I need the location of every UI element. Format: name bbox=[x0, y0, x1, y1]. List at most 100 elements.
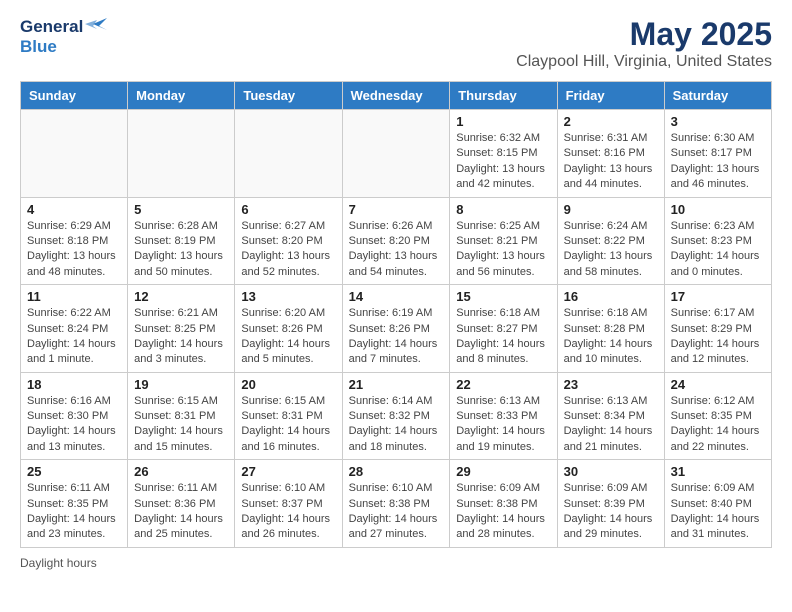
day-number: 14 bbox=[349, 289, 444, 304]
day-number: 26 bbox=[134, 464, 228, 479]
calendar-cell: 18Sunrise: 6:16 AM Sunset: 8:30 PM Dayli… bbox=[21, 372, 128, 460]
day-info: Sunrise: 6:30 AM Sunset: 8:17 PM Dayligh… bbox=[671, 131, 765, 193]
logo-bird-icon bbox=[85, 16, 107, 37]
calendar-cell bbox=[21, 110, 128, 198]
calendar-cell: 14 Sunrise: 6:19 AM Sunset: 8:26 PM Dayli… bbox=[342, 285, 450, 373]
calendar-week-row: 4Sunrise: 6:29 AM Sunset: 8:18 PM Daylig… bbox=[21, 197, 772, 285]
day-number: 16 bbox=[564, 289, 658, 304]
calendar-day-header: Tuesday bbox=[235, 82, 342, 110]
day-info: Sunrise: 6:10 AM Sunset: 8:37 PM Dayligh… bbox=[241, 481, 335, 543]
day-number: 24 bbox=[671, 377, 765, 392]
day-info: Sunrise: 6:17 AM Sunset: 8:29 PM Dayligh… bbox=[671, 306, 765, 368]
day-number: 4 bbox=[27, 202, 121, 217]
calendar-day-header: Thursday bbox=[450, 82, 557, 110]
day-info: Sunrise: 6:19 AM Sunset: 8:26 PM Dayligh… bbox=[349, 306, 444, 368]
day-number: 27 bbox=[241, 464, 335, 479]
calendar-cell: 9 Sunrise: 6:24 AM Sunset: 8:22 PM Daylig… bbox=[557, 197, 664, 285]
calendar-cell: 31 Sunrise: 6:09 AM Sunset: 8:40 PM Dayli… bbox=[664, 460, 771, 548]
calendar-cell: 23Sunrise: 6:13 AM Sunset: 8:34 PM Dayli… bbox=[557, 372, 664, 460]
logo: General Blue bbox=[20, 16, 107, 57]
calendar-cell bbox=[235, 110, 342, 198]
day-number: 5 bbox=[134, 202, 228, 217]
day-number: 8 bbox=[456, 202, 550, 217]
calendar-day-header: Monday bbox=[128, 82, 235, 110]
calendar-cell: 26Sunrise: 6:11 AM Sunset: 8:36 PM Dayli… bbox=[128, 460, 235, 548]
day-number: 31 bbox=[671, 464, 765, 479]
day-number: 6 bbox=[241, 202, 335, 217]
calendar-cell: 17 Sunrise: 6:17 AM Sunset: 8:29 PM Dayli… bbox=[664, 285, 771, 373]
day-info: Sunrise: 6:32 AM Sunset: 8:15 PM Dayligh… bbox=[456, 131, 550, 193]
day-number: 25 bbox=[27, 464, 121, 479]
calendar-cell: 24 Sunrise: 6:12 AM Sunset: 8:35 PM Dayli… bbox=[664, 372, 771, 460]
page-header: General Blue May 2025 Claypool Hill, Vir… bbox=[20, 16, 772, 71]
page-title: May 2025 bbox=[516, 16, 772, 53]
day-number: 12 bbox=[134, 289, 228, 304]
day-info: Sunrise: 6:24 AM Sunset: 8:22 PM Dayligh… bbox=[564, 219, 658, 281]
calendar-cell: 28Sunrise: 6:10 AM Sunset: 8:38 PM Dayli… bbox=[342, 460, 450, 548]
day-number: 30 bbox=[564, 464, 658, 479]
day-number: 10 bbox=[671, 202, 765, 217]
calendar-cell: 1 Sunrise: 6:32 AM Sunset: 8:15 PM Daylig… bbox=[450, 110, 557, 198]
calendar-cell: 6 Sunrise: 6:27 AM Sunset: 8:20 PM Daylig… bbox=[235, 197, 342, 285]
calendar-cell: 4Sunrise: 6:29 AM Sunset: 8:18 PM Daylig… bbox=[21, 197, 128, 285]
day-number: 1 bbox=[456, 114, 550, 129]
calendar-day-header: Wednesday bbox=[342, 82, 450, 110]
day-info: Sunrise: 6:15 AM Sunset: 8:31 PM Dayligh… bbox=[241, 394, 335, 456]
day-info: Sunrise: 6:09 AM Sunset: 8:39 PM Dayligh… bbox=[564, 481, 658, 543]
day-info: Sunrise: 6:23 AM Sunset: 8:23 PM Dayligh… bbox=[671, 219, 765, 281]
day-info: Sunrise: 6:09 AM Sunset: 8:40 PM Dayligh… bbox=[671, 481, 765, 543]
day-info: Sunrise: 6:27 AM Sunset: 8:20 PM Dayligh… bbox=[241, 219, 335, 281]
calendar-cell: 27 Sunrise: 6:10 AM Sunset: 8:37 PM Dayli… bbox=[235, 460, 342, 548]
calendar-cell: 25 Sunrise: 6:11 AM Sunset: 8:35 PM Dayli… bbox=[21, 460, 128, 548]
calendar-week-row: 1 Sunrise: 6:32 AM Sunset: 8:15 PM Daylig… bbox=[21, 110, 772, 198]
day-number: 17 bbox=[671, 289, 765, 304]
calendar-cell: 8 Sunrise: 6:25 AM Sunset: 8:21 PM Daylig… bbox=[450, 197, 557, 285]
day-number: 28 bbox=[349, 464, 444, 479]
day-number: 13 bbox=[241, 289, 335, 304]
day-number: 21 bbox=[349, 377, 444, 392]
calendar-cell: 19Sunrise: 6:15 AM Sunset: 8:31 PM Dayli… bbox=[128, 372, 235, 460]
logo-general: General bbox=[20, 17, 83, 37]
title-block: May 2025 Claypool Hill, Virginia, United… bbox=[516, 16, 772, 71]
day-info: Sunrise: 6:14 AM Sunset: 8:32 PM Dayligh… bbox=[349, 394, 444, 456]
calendar-cell: 12 Sunrise: 6:21 AM Sunset: 8:25 PM Dayli… bbox=[128, 285, 235, 373]
calendar-table: SundayMondayTuesdayWednesdayThursdayFrid… bbox=[20, 81, 772, 548]
day-info: Sunrise: 6:28 AM Sunset: 8:19 PM Dayligh… bbox=[134, 219, 228, 281]
calendar-cell: 22 Sunrise: 6:13 AM Sunset: 8:33 PM Dayli… bbox=[450, 372, 557, 460]
day-info: Sunrise: 6:25 AM Sunset: 8:21 PM Dayligh… bbox=[456, 219, 550, 281]
calendar-day-header: Saturday bbox=[664, 82, 771, 110]
calendar-week-row: 11Sunrise: 6:22 AM Sunset: 8:24 PM Dayli… bbox=[21, 285, 772, 373]
day-number: 9 bbox=[564, 202, 658, 217]
calendar-cell: 16Sunrise: 6:18 AM Sunset: 8:28 PM Dayli… bbox=[557, 285, 664, 373]
calendar-cell bbox=[342, 110, 450, 198]
day-info: Sunrise: 6:15 AM Sunset: 8:31 PM Dayligh… bbox=[134, 394, 228, 456]
day-info: Sunrise: 6:26 AM Sunset: 8:20 PM Dayligh… bbox=[349, 219, 444, 281]
calendar-cell: 20 Sunrise: 6:15 AM Sunset: 8:31 PM Dayli… bbox=[235, 372, 342, 460]
calendar-cell: 21 Sunrise: 6:14 AM Sunset: 8:32 PM Dayli… bbox=[342, 372, 450, 460]
daylight-hours-label: Daylight hours bbox=[20, 556, 97, 570]
calendar-header-row: SundayMondayTuesdayWednesdayThursdayFrid… bbox=[21, 82, 772, 110]
calendar-cell: 2Sunrise: 6:31 AM Sunset: 8:16 PM Daylig… bbox=[557, 110, 664, 198]
logo-blue: Blue bbox=[20, 37, 57, 57]
day-number: 29 bbox=[456, 464, 550, 479]
day-number: 3 bbox=[671, 114, 765, 129]
day-info: Sunrise: 6:21 AM Sunset: 8:25 PM Dayligh… bbox=[134, 306, 228, 368]
calendar-cell: 29 Sunrise: 6:09 AM Sunset: 8:38 PM Dayli… bbox=[450, 460, 557, 548]
day-info: Sunrise: 6:11 AM Sunset: 8:35 PM Dayligh… bbox=[27, 481, 121, 543]
calendar-cell: 13Sunrise: 6:20 AM Sunset: 8:26 PM Dayli… bbox=[235, 285, 342, 373]
day-info: Sunrise: 6:18 AM Sunset: 8:27 PM Dayligh… bbox=[456, 306, 550, 368]
day-number: 22 bbox=[456, 377, 550, 392]
calendar-cell: 30 Sunrise: 6:09 AM Sunset: 8:39 PM Dayli… bbox=[557, 460, 664, 548]
day-number: 2 bbox=[564, 114, 658, 129]
day-number: 20 bbox=[241, 377, 335, 392]
day-number: 7 bbox=[349, 202, 444, 217]
day-number: 18 bbox=[27, 377, 121, 392]
calendar-day-header: Sunday bbox=[21, 82, 128, 110]
calendar-cell bbox=[128, 110, 235, 198]
calendar-cell: 15Sunrise: 6:18 AM Sunset: 8:27 PM Dayli… bbox=[450, 285, 557, 373]
day-info: Sunrise: 6:13 AM Sunset: 8:33 PM Dayligh… bbox=[456, 394, 550, 456]
day-info: Sunrise: 6:12 AM Sunset: 8:35 PM Dayligh… bbox=[671, 394, 765, 456]
day-info: Sunrise: 6:09 AM Sunset: 8:38 PM Dayligh… bbox=[456, 481, 550, 543]
calendar-week-row: 25 Sunrise: 6:11 AM Sunset: 8:35 PM Dayli… bbox=[21, 460, 772, 548]
calendar-cell: 5 Sunrise: 6:28 AM Sunset: 8:19 PM Daylig… bbox=[128, 197, 235, 285]
